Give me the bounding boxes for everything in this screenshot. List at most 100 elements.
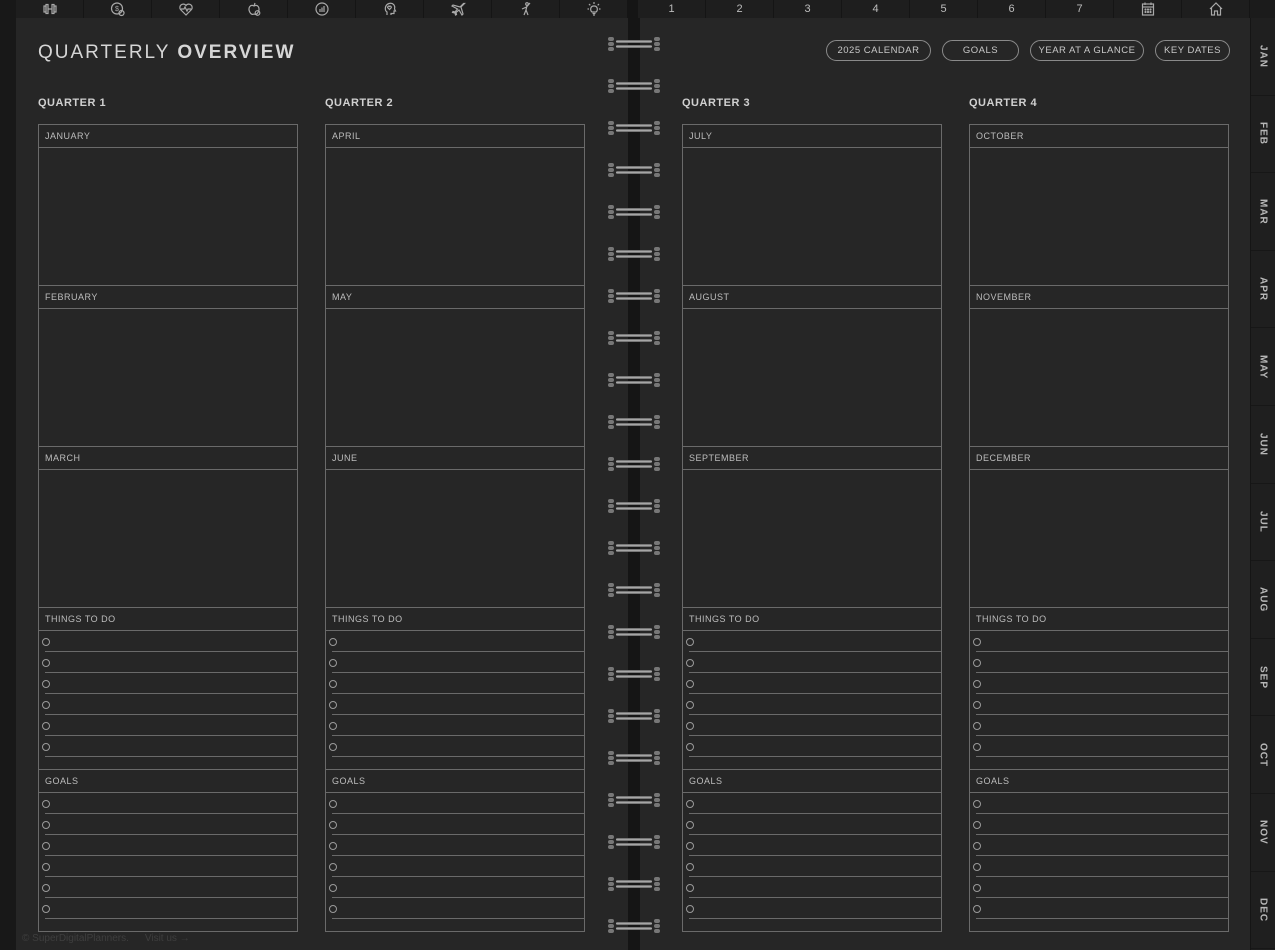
side-tab-sep[interactable]: SEP — [1251, 639, 1275, 717]
month-notes-area[interactable] — [39, 148, 297, 286]
checkbox-circle-icon[interactable] — [686, 680, 694, 688]
month-notes-area[interactable] — [326, 309, 584, 447]
checkbox-circle-icon[interactable] — [329, 680, 337, 688]
checkbox-circle-icon[interactable] — [686, 863, 694, 871]
todo-item[interactable] — [326, 631, 584, 652]
side-tab-may[interactable]: MAY — [1251, 328, 1275, 406]
todo-item[interactable] — [683, 631, 941, 652]
goal-item[interactable] — [39, 835, 297, 856]
side-tab-dec[interactable]: DEC — [1251, 872, 1275, 950]
checkbox-circle-icon[interactable] — [973, 884, 981, 892]
todo-item[interactable] — [970, 631, 1228, 652]
goal-item[interactable] — [970, 814, 1228, 835]
tab-page-1[interactable]: 1 — [638, 0, 706, 18]
todo-item[interactable] — [970, 673, 1228, 694]
tab-mindset[interactable] — [356, 0, 424, 18]
goal-item[interactable] — [970, 835, 1228, 856]
month-notes-area[interactable] — [970, 148, 1228, 286]
tab-calendar[interactable] — [1114, 0, 1182, 18]
checkbox-circle-icon[interactable] — [329, 842, 337, 850]
checkbox-circle-icon[interactable] — [42, 842, 50, 850]
month-notes-area[interactable] — [326, 470, 584, 608]
tab-ideas[interactable] — [560, 0, 628, 18]
goal-item[interactable] — [39, 814, 297, 835]
checkbox-circle-icon[interactable] — [973, 722, 981, 730]
goal-item[interactable] — [326, 898, 584, 919]
tab-nutrition[interactable] — [220, 0, 288, 18]
todo-item[interactable] — [39, 736, 297, 757]
checkbox-circle-icon[interactable] — [686, 821, 694, 829]
checkbox-circle-icon[interactable] — [973, 800, 981, 808]
todo-item[interactable] — [683, 694, 941, 715]
checkbox-circle-icon[interactable] — [686, 884, 694, 892]
tab-fitness[interactable] — [16, 0, 84, 18]
checkbox-circle-icon[interactable] — [42, 743, 50, 751]
side-tab-feb[interactable]: FEB — [1251, 96, 1275, 174]
checkbox-circle-icon[interactable] — [686, 638, 694, 646]
month-notes-area[interactable] — [683, 148, 941, 286]
checkbox-circle-icon[interactable] — [42, 800, 50, 808]
todo-item[interactable] — [326, 652, 584, 673]
goal-item[interactable] — [970, 877, 1228, 898]
side-tab-mar[interactable]: MAR — [1251, 173, 1275, 251]
todo-item[interactable] — [39, 631, 297, 652]
todo-item[interactable] — [326, 736, 584, 757]
goal-item[interactable] — [970, 856, 1228, 877]
tab-page-5[interactable]: 5 — [910, 0, 978, 18]
goal-item[interactable] — [39, 898, 297, 919]
checkbox-circle-icon[interactable] — [973, 842, 981, 850]
goal-item[interactable] — [39, 856, 297, 877]
side-tab-jan[interactable]: JAN — [1251, 18, 1275, 96]
month-notes-area[interactable] — [39, 470, 297, 608]
checkbox-circle-icon[interactable] — [686, 800, 694, 808]
tab-finance[interactable]: $ — [84, 0, 152, 18]
todo-item[interactable] — [683, 715, 941, 736]
goal-item[interactable] — [683, 877, 941, 898]
checkbox-circle-icon[interactable] — [686, 743, 694, 751]
goal-item[interactable] — [326, 793, 584, 814]
tab-page-7[interactable]: 7 — [1046, 0, 1114, 18]
todo-item[interactable] — [683, 736, 941, 757]
side-tab-jul[interactable]: JUL — [1251, 484, 1275, 562]
goals-link-button[interactable]: GOALS — [942, 40, 1019, 61]
checkbox-circle-icon[interactable] — [329, 821, 337, 829]
checkbox-circle-icon[interactable] — [973, 905, 981, 913]
checkbox-circle-icon[interactable] — [329, 884, 337, 892]
month-notes-area[interactable] — [326, 148, 584, 286]
todo-item[interactable] — [39, 694, 297, 715]
checkbox-circle-icon[interactable] — [329, 638, 337, 646]
checkbox-circle-icon[interactable] — [42, 821, 50, 829]
todo-item[interactable] — [326, 694, 584, 715]
checkbox-circle-icon[interactable] — [686, 701, 694, 709]
goal-item[interactable] — [970, 793, 1228, 814]
tab-growth[interactable] — [288, 0, 356, 18]
key-dates-link-button[interactable]: KEY DATES — [1155, 40, 1230, 61]
checkbox-circle-icon[interactable] — [973, 701, 981, 709]
todo-item[interactable] — [39, 673, 297, 694]
checkbox-circle-icon[interactable] — [42, 884, 50, 892]
checkbox-circle-icon[interactable] — [973, 659, 981, 667]
checkbox-circle-icon[interactable] — [42, 680, 50, 688]
checkbox-circle-icon[interactable] — [686, 842, 694, 850]
calendar-link-button[interactable]: 2025 CALENDAR — [826, 40, 931, 61]
tab-home[interactable] — [1182, 0, 1250, 18]
side-tab-jun[interactable]: JUN — [1251, 406, 1275, 484]
checkbox-circle-icon[interactable] — [42, 701, 50, 709]
todo-item[interactable] — [39, 715, 297, 736]
goal-item[interactable] — [326, 856, 584, 877]
todo-item[interactable] — [970, 694, 1228, 715]
side-tab-apr[interactable]: APR — [1251, 251, 1275, 329]
todo-item[interactable] — [326, 715, 584, 736]
checkbox-circle-icon[interactable] — [42, 863, 50, 871]
tab-page-3[interactable]: 3 — [774, 0, 842, 18]
goal-item[interactable] — [326, 835, 584, 856]
checkbox-circle-icon[interactable] — [686, 722, 694, 730]
checkbox-circle-icon[interactable] — [42, 659, 50, 667]
goal-item[interactable] — [683, 856, 941, 877]
checkbox-circle-icon[interactable] — [329, 743, 337, 751]
month-notes-area[interactable] — [683, 470, 941, 608]
month-notes-area[interactable] — [39, 309, 297, 447]
todo-item[interactable] — [326, 673, 584, 694]
month-notes-area[interactable] — [683, 309, 941, 447]
goal-item[interactable] — [326, 814, 584, 835]
